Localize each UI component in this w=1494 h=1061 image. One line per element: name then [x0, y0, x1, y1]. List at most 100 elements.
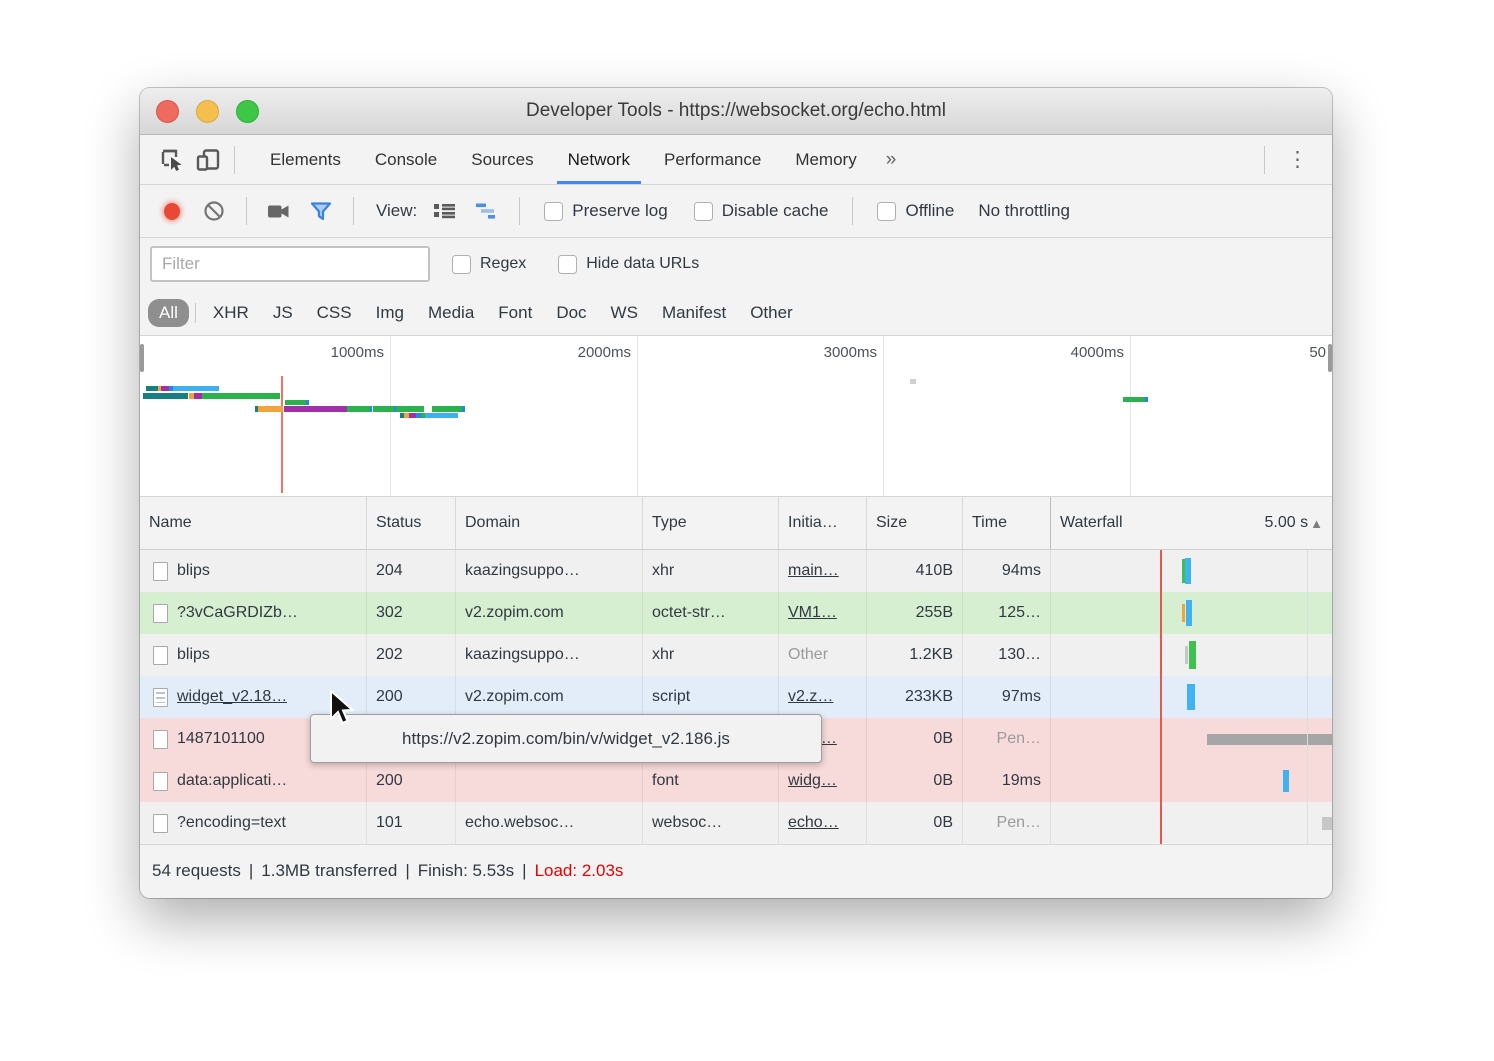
record-button[interactable]	[154, 193, 190, 229]
request-initiator-link[interactable]: VM1…	[779, 592, 867, 634]
request-size: 233KB	[867, 676, 963, 718]
overview-request-bar	[1123, 397, 1145, 402]
inspect-cursor-icon	[161, 149, 184, 171]
overview-request-bar	[202, 393, 280, 399]
waterfall-cell	[1051, 550, 1332, 592]
request-status: 204	[367, 550, 456, 592]
devtools-menu-button[interactable]: ⋮	[1273, 147, 1322, 172]
checkbox-icon	[558, 255, 577, 274]
filter-pill-font[interactable]: Font	[487, 299, 543, 327]
divider	[195, 303, 196, 323]
show-overview-button[interactable]	[469, 193, 505, 229]
filter-pill-all[interactable]: All	[148, 299, 189, 327]
column-header-time[interactable]: Time	[963, 497, 1051, 549]
request-name-link[interactable]: widget_v2.18…	[177, 688, 287, 706]
overview-request-bar	[396, 406, 424, 412]
overview-right-grip[interactable]	[1328, 344, 1332, 372]
overview-request-bar	[146, 386, 158, 391]
tab-memory[interactable]: Memory	[778, 135, 873, 184]
table-row[interactable]: ?encoding=text 101 echo.websoc… websoc… …	[140, 802, 1332, 844]
checkbox-icon	[452, 255, 471, 274]
close-button[interactable]	[156, 100, 179, 123]
request-time: 130…	[963, 634, 1051, 676]
request-domain: v2.zopim.com	[456, 592, 643, 634]
timeline-tick-label: 2000ms	[541, 344, 631, 361]
request-initiator-link[interactable]: v2.z…	[779, 676, 867, 718]
overview-request-bar	[425, 413, 458, 418]
overview-request-bar	[194, 393, 202, 399]
clear-button[interactable]	[196, 193, 232, 229]
table-row[interactable]: data:applicati… 200 font widg… 0B 19ms	[140, 760, 1332, 802]
table-row[interactable]: blips 202 kaazingsuppo… xhr Other 1.2KB …	[140, 634, 1332, 676]
request-status: 200	[367, 760, 456, 802]
waterfall-gridline	[1307, 550, 1308, 844]
hide-data-urls-checkbox[interactable]: Hide data URLs	[558, 255, 699, 274]
filter-pill-ws[interactable]: WS	[600, 299, 649, 327]
waterfall-cell	[1051, 802, 1332, 844]
disable-cache-checkbox[interactable]: Disable cache	[694, 201, 829, 221]
regex-label: Regex	[480, 255, 526, 273]
column-header-size[interactable]: Size	[867, 497, 963, 549]
network-overview-timeline[interactable]: 1000ms2000ms3000ms4000ms50	[140, 336, 1332, 497]
filter-pill-other[interactable]: Other	[739, 299, 804, 327]
column-header-name[interactable]: Name	[140, 497, 367, 549]
device-toolbar-button[interactable]	[190, 142, 226, 178]
request-name: data:applicati…	[177, 772, 287, 790]
table-row-selected[interactable]: widget_v2.18… 200 v2.zopim.com script v2…	[140, 676, 1332, 718]
waterfall-bar	[1182, 604, 1185, 622]
request-initiator-link[interactable]: widg…	[779, 760, 867, 802]
network-toolbar: View: Preserve log	[140, 185, 1332, 238]
minimize-button[interactable]	[196, 100, 219, 123]
column-header-status[interactable]: Status	[367, 497, 456, 549]
overview-request-bar	[306, 400, 309, 405]
traffic-lights	[156, 100, 259, 123]
filter-input[interactable]	[150, 246, 430, 282]
tab-sources[interactable]: Sources	[454, 135, 550, 184]
filter-pill-media[interactable]: Media	[417, 299, 485, 327]
column-header-waterfall[interactable]: Waterfall 5.00 s ▲	[1050, 497, 1332, 549]
offline-checkbox[interactable]: Offline	[877, 201, 954, 221]
divider	[1264, 146, 1265, 174]
tab-performance[interactable]: Performance	[647, 135, 778, 184]
table-row[interactable]: ?3vCaGRDIZb… 302 v2.zopim.com octet-str……	[140, 592, 1332, 634]
capture-screenshots-button[interactable]	[261, 193, 297, 229]
request-domain: v2.zopim.com	[456, 676, 643, 718]
tab-console[interactable]: Console	[358, 135, 454, 184]
request-initiator-link[interactable]: main…	[779, 550, 867, 592]
tab-elements[interactable]: Elements	[253, 135, 358, 184]
request-type: octet-str…	[643, 592, 779, 634]
filter-pill-img[interactable]: Img	[365, 299, 415, 327]
view-large-rows-button[interactable]	[427, 193, 463, 229]
filter-pill-js[interactable]: JS	[262, 299, 304, 327]
request-status: 202	[367, 634, 456, 676]
timeline-gridline	[637, 336, 638, 496]
finish-time: Finish: 5.53s	[418, 861, 514, 881]
throttling-select[interactable]: No throttling	[978, 201, 1070, 221]
regex-checkbox[interactable]: Regex	[452, 255, 526, 274]
requests-table-header: Name Status Domain Type Initia… Size Tim…	[140, 497, 1332, 550]
more-tabs-button[interactable]: »	[874, 149, 909, 171]
filter-pill-css[interactable]: CSS	[306, 299, 363, 327]
filter-pill-manifest[interactable]: Manifest	[651, 299, 737, 327]
table-row[interactable]: blips 204 kaazingsuppo… xhr main… 410B 9…	[140, 550, 1332, 592]
tab-network[interactable]: Network	[551, 135, 647, 184]
overview-request-bar	[370, 406, 372, 412]
column-header-domain[interactable]: Domain	[456, 497, 643, 549]
waterfall-bar	[1186, 600, 1192, 626]
request-initiator-link[interactable]: echo…	[779, 802, 867, 844]
timeline-gridline	[390, 336, 391, 496]
preserve-log-checkbox[interactable]: Preserve log	[544, 201, 667, 221]
waterfall-cell	[1051, 592, 1332, 634]
overview-request-bar	[258, 406, 283, 412]
filter-button[interactable]	[303, 193, 339, 229]
filter-pill-doc[interactable]: Doc	[545, 299, 597, 327]
zoom-button[interactable]	[236, 100, 259, 123]
request-name: 1487101100	[177, 730, 265, 748]
column-header-initiator[interactable]: Initia…	[779, 497, 867, 549]
overview-left-grip[interactable]	[140, 344, 144, 372]
inspect-element-button[interactable]	[154, 142, 190, 178]
column-header-type[interactable]: Type	[643, 497, 779, 549]
script-file-icon	[153, 688, 168, 707]
filter-pill-xhr[interactable]: XHR	[202, 299, 260, 327]
timeline-tick-label: 3000ms	[787, 344, 877, 361]
